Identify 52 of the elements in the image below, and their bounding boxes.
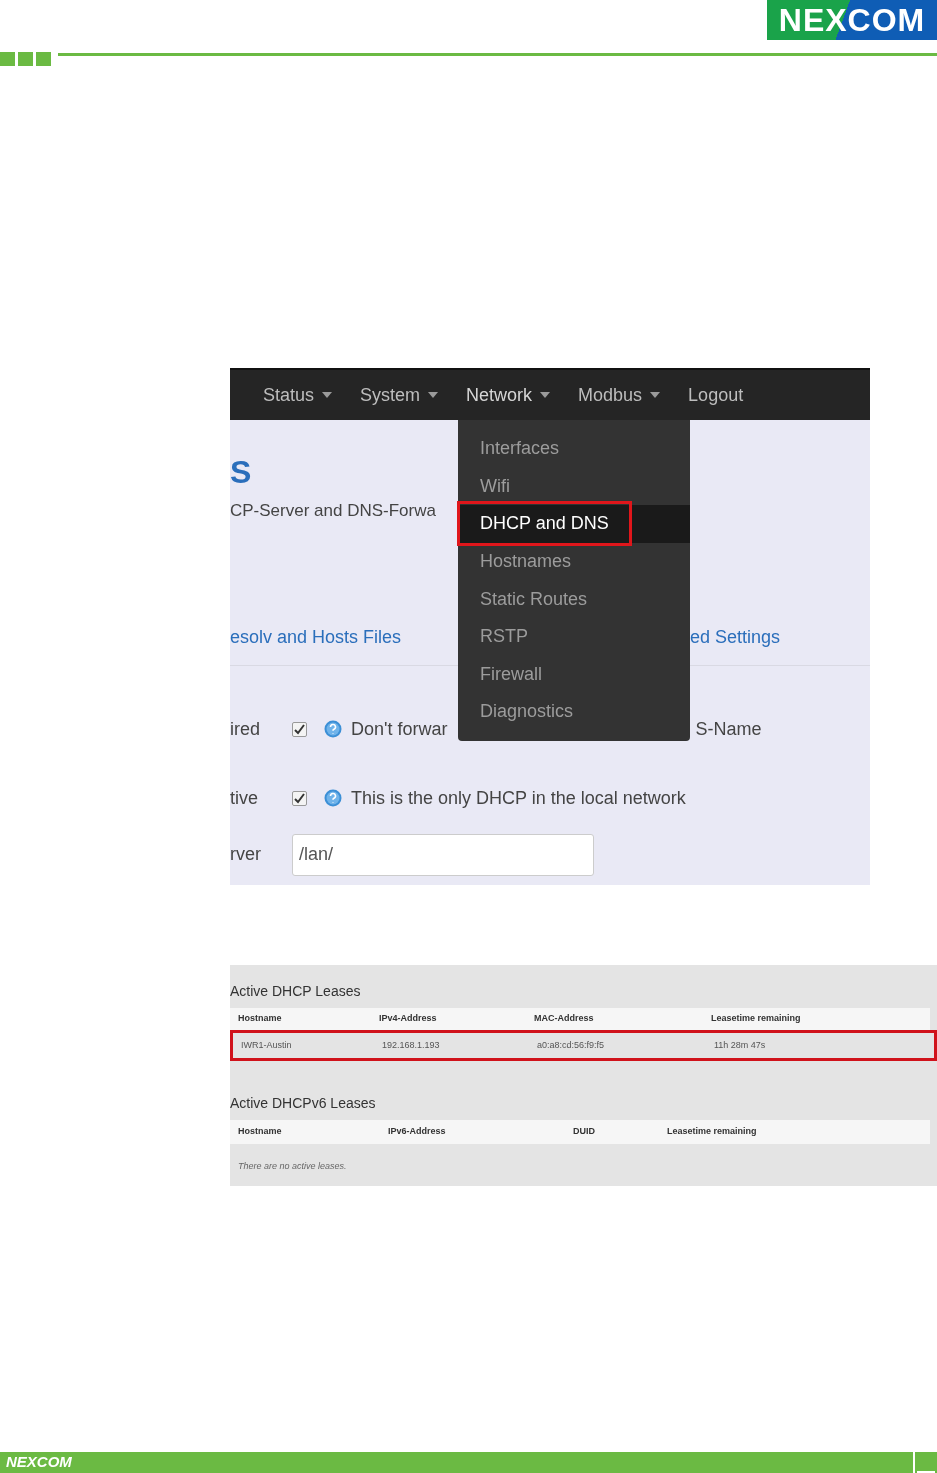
menu-item[interactable]: Wifi xyxy=(458,467,690,506)
page-title: S xyxy=(230,454,252,490)
menu-item[interactable]: Static Routes xyxy=(458,580,690,618)
option-text: Don't forwar xyxy=(351,717,448,741)
nav-item[interactable]: Status xyxy=(263,381,333,409)
option-label: ired xyxy=(230,717,261,741)
column-header: IPv4-Address xyxy=(379,1012,438,1026)
menu-item[interactable]: RSTP xyxy=(458,617,690,656)
square-mark xyxy=(18,52,33,66)
table-cell-text: 192.168.1.193 xyxy=(382,1038,441,1052)
menu-item[interactable]: Firewall xyxy=(458,655,690,694)
square-mark xyxy=(36,52,51,66)
checkbox[interactable] xyxy=(292,721,307,737)
column-header: DUID xyxy=(573,1125,596,1139)
menu-item[interactable]: Interfaces xyxy=(458,430,690,468)
table-cell-text: a0:a8:cd:56:f9:f5 xyxy=(537,1038,606,1052)
caret-icon xyxy=(540,392,551,398)
table-cell-text: 11h 28m 47s xyxy=(714,1038,767,1052)
nav-item[interactable]: System xyxy=(360,381,439,409)
column-header: IPv6-Address xyxy=(388,1125,447,1139)
logo: NEXCOM xyxy=(767,0,937,40)
column-header: Leasetime remaining xyxy=(667,1125,758,1139)
column-header: Leasetime remaining xyxy=(711,1012,802,1026)
column-header: Hostname xyxy=(238,1125,283,1139)
option-label: tive xyxy=(230,786,259,810)
table-row[interactable]: IWR1-Austin 192.168.1.193 a0:a8:cd:56:f9:f5 11h 28m 47s xyxy=(230,1030,937,1061)
footer-logo: NEXCOM xyxy=(6,1452,72,1473)
help-icon[interactable] xyxy=(324,789,342,807)
section-title: Active DHCP Leases xyxy=(230,982,362,1001)
tab[interactable]: esolv and Hosts Files xyxy=(230,623,402,651)
option-text: This is the only DHCP in the local network xyxy=(351,786,686,810)
column-header: Hostname xyxy=(238,1012,283,1026)
table-cell-text: IWR1-Austin xyxy=(241,1038,293,1052)
nav-item[interactable]: Network xyxy=(466,381,551,409)
input-field[interactable]: /lan/ xyxy=(292,833,594,876)
field-label: rver xyxy=(230,843,262,866)
caret-icon xyxy=(428,392,439,398)
menu-item[interactable]: Diagnostics xyxy=(458,693,690,731)
menu-item[interactable]: Hostnames xyxy=(458,542,690,581)
description: CP-Server and DNS-Forwa xyxy=(230,500,436,522)
section-title: Active DHCPv6 Leases xyxy=(230,1094,377,1113)
checkbox[interactable] xyxy=(292,790,307,806)
square-mark xyxy=(0,52,15,66)
help-icon[interactable] xyxy=(324,720,342,738)
nav-item[interactable]: Logout xyxy=(688,381,744,409)
caret-icon xyxy=(650,392,661,398)
tab[interactable]: ed Settings xyxy=(689,623,780,651)
empty-message: There are no active leases. xyxy=(237,1160,348,1173)
caret-icon xyxy=(322,392,333,398)
option-text: S-Name xyxy=(695,717,762,741)
column-header: MAC-Address xyxy=(534,1012,595,1026)
nav-item[interactable]: Modbus xyxy=(578,381,661,409)
